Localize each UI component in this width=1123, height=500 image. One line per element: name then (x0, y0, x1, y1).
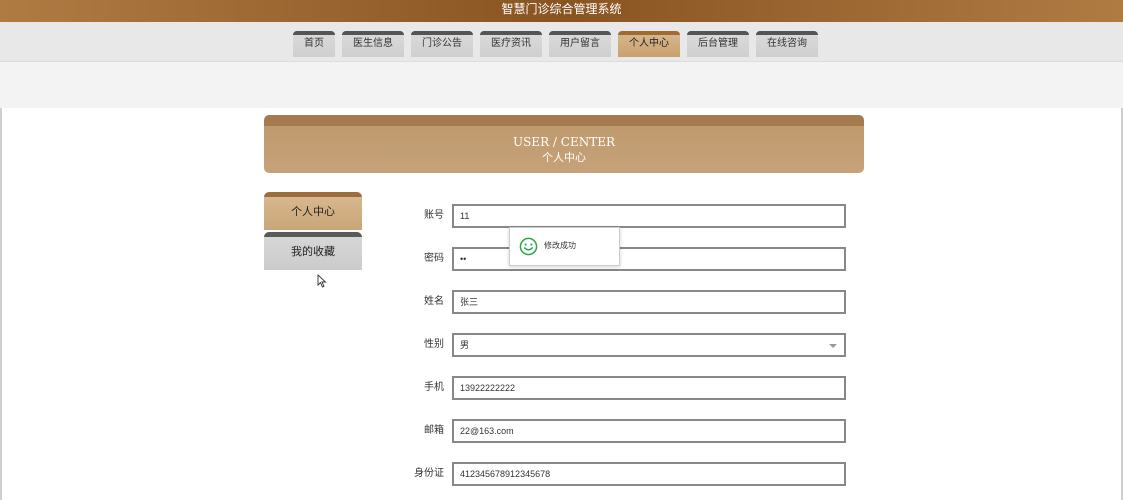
tab-personal-center[interactable]: 个人中心 (618, 31, 680, 57)
name-label: 姓名 (424, 296, 444, 307)
section-header-en: USER / CENTER (512, 135, 616, 149)
sidebar: 个人中心 我的收藏 (264, 192, 362, 270)
tab-admin[interactable]: 后台管理 (687, 31, 749, 57)
password-label: 密码 (424, 253, 444, 264)
form-row-idcard: 身份证 412345678912345678 (400, 462, 850, 486)
gender-select[interactable]: 男 (452, 333, 846, 357)
tab-clinic-notice[interactable]: 门诊公告 (411, 31, 473, 57)
tab-user-messages[interactable]: 用户留言 (549, 31, 611, 57)
email-input[interactable]: 22@163.com (452, 419, 846, 443)
form-row-gender: 性别 男 (400, 333, 850, 357)
phone-input[interactable]: 13922222222 (452, 376, 846, 400)
tab-doctor-info[interactable]: 医生信息 (342, 31, 404, 57)
gender-label: 性别 (424, 339, 444, 350)
tab-home[interactable]: 首页 (293, 31, 335, 57)
app-title-bar: 智慧门诊综合管理系统 (0, 0, 1123, 22)
idcard-label: 身份证 (414, 468, 444, 479)
section-header-zh: 个人中心 (542, 151, 586, 164)
phone-label: 手机 (424, 382, 444, 393)
account-input[interactable]: 11 (452, 204, 846, 228)
smile-icon (519, 237, 538, 256)
toast-message: 修改成功 (544, 241, 576, 250)
email-label: 邮箱 (424, 425, 444, 436)
form-row-email: 邮箱 22@163.com (400, 419, 850, 443)
sidebar-item-favorites[interactable]: 我的收藏 (264, 232, 362, 270)
success-toast: 修改成功 (509, 227, 620, 266)
form-row-account: 账号 11 (400, 204, 850, 228)
banner-area (0, 62, 1123, 108)
mouse-cursor-icon (317, 274, 327, 288)
section-header: USER / CENTER 个人中心 (264, 115, 864, 173)
idcard-input[interactable]: 412345678912345678 (452, 462, 846, 486)
form-row-phone: 手机 13922222222 (400, 376, 850, 400)
main-nav: 首页 医生信息 门诊公告 医疗资讯 用户留言 个人中心 后台管理 在线咨询 (293, 31, 818, 57)
tab-online-consult[interactable]: 在线咨询 (756, 31, 818, 57)
app-title: 智慧门诊综合管理系统 (501, 2, 622, 16)
form-row-name: 姓名 张三 (400, 290, 850, 314)
account-label: 账号 (424, 210, 444, 221)
name-input[interactable]: 张三 (452, 290, 846, 314)
tab-medical-news[interactable]: 医疗资讯 (480, 31, 542, 57)
form-row-password: 密码 •• (400, 247, 850, 271)
sidebar-item-personal-center[interactable]: 个人中心 (264, 192, 362, 230)
